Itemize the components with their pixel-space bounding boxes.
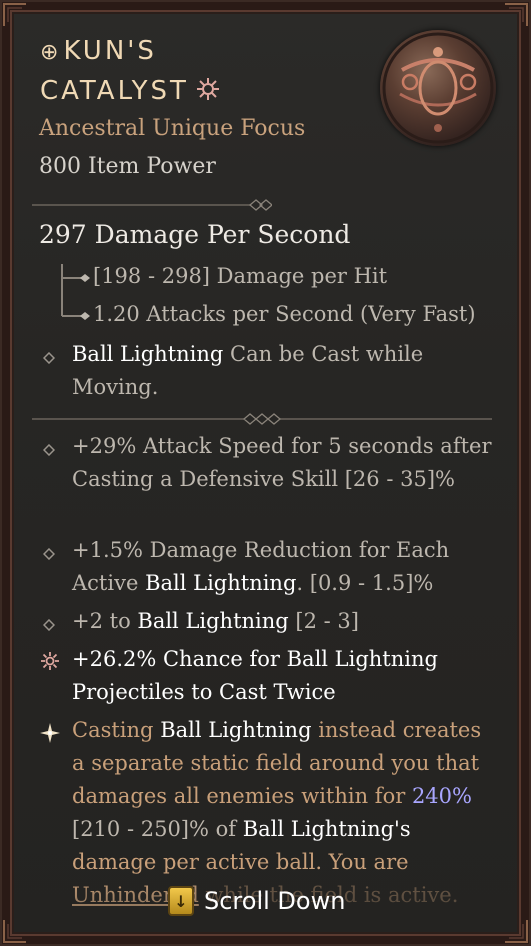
diamond-bullet-icon	[42, 349, 56, 365]
orb-focus-icon	[380, 30, 496, 146]
unique-affix-icon	[40, 651, 60, 671]
frame-corner-icon	[503, 918, 529, 944]
affix-range: [2 - 3]	[288, 609, 359, 633]
item-tooltip: ⊕KUN'S CATALYST Ancestral Unique Focus 8…	[0, 0, 531, 946]
implicit-affix: Ball Lightning Can be Cast while Moving.	[72, 338, 492, 404]
attacks-per-second: 1.20 Attacks per Second (Very Fast)	[93, 302, 476, 326]
power-value: 240%	[411, 784, 472, 808]
title-glyph: ⊕	[40, 40, 62, 65]
diamond-bullet-icon	[42, 545, 56, 561]
skill-name: Ball Lightning	[160, 718, 312, 742]
scroll-down-button[interactable]: ↓ Scroll Down	[168, 884, 345, 918]
frame-corner-icon	[503, 2, 529, 28]
scroll-key-icon: ↓	[168, 886, 194, 916]
skill-name: Ball Lightning	[137, 609, 289, 633]
affix-skill-rank: +2 to Ball Lightning [2 - 3]	[72, 605, 492, 638]
power-range: [210 - 250]% of	[72, 817, 243, 841]
skill-name: Ball Lightning	[145, 571, 297, 595]
scroll-down-label: Scroll Down	[204, 887, 346, 915]
stat-tree-connector	[56, 264, 96, 330]
skill-name: Ball Lightning	[72, 342, 224, 366]
unique-power-text: Casting Ball Lightning instead creates a…	[72, 714, 492, 912]
legendary-power-icon	[39, 722, 61, 744]
frame-corner-icon	[2, 2, 28, 28]
unique-sigil-icon	[195, 75, 221, 101]
item-power: 800 Item Power	[39, 154, 216, 179]
affix-attack-speed: +29% Attack Speed for 5 seconds after Ca…	[72, 434, 492, 491]
item-type: Ancestral Unique Focus	[39, 116, 306, 141]
item-title-line2: CATALYST	[40, 76, 189, 106]
power-text: Casting	[72, 718, 154, 742]
item-title: ⊕KUN'S CATALYST	[40, 32, 221, 110]
affix-range: . [0.9 - 1.5]%	[296, 571, 434, 595]
power-text: damage per active ball. You are	[72, 850, 409, 874]
skill-name: Ball Lightning's	[242, 817, 411, 841]
diamond-bullet-icon	[42, 616, 56, 632]
affix-text: +2 to	[72, 609, 138, 633]
divider	[32, 410, 492, 425]
item-title-line1: KUN'S	[63, 36, 157, 66]
divider	[32, 196, 274, 211]
affix-unique-chance: +26.2% Chance for Ball Lightning Project…	[72, 647, 438, 704]
affix-damage-reduction: +1.5% Damage Reduction for Each Active B…	[72, 534, 492, 600]
damage-per-second: 297 Damage Per Second	[39, 220, 351, 249]
diamond-bullet-icon	[42, 441, 56, 457]
damage-per-hit: [198 - 298] Damage per Hit	[93, 264, 388, 288]
frame-corner-icon	[2, 918, 28, 944]
